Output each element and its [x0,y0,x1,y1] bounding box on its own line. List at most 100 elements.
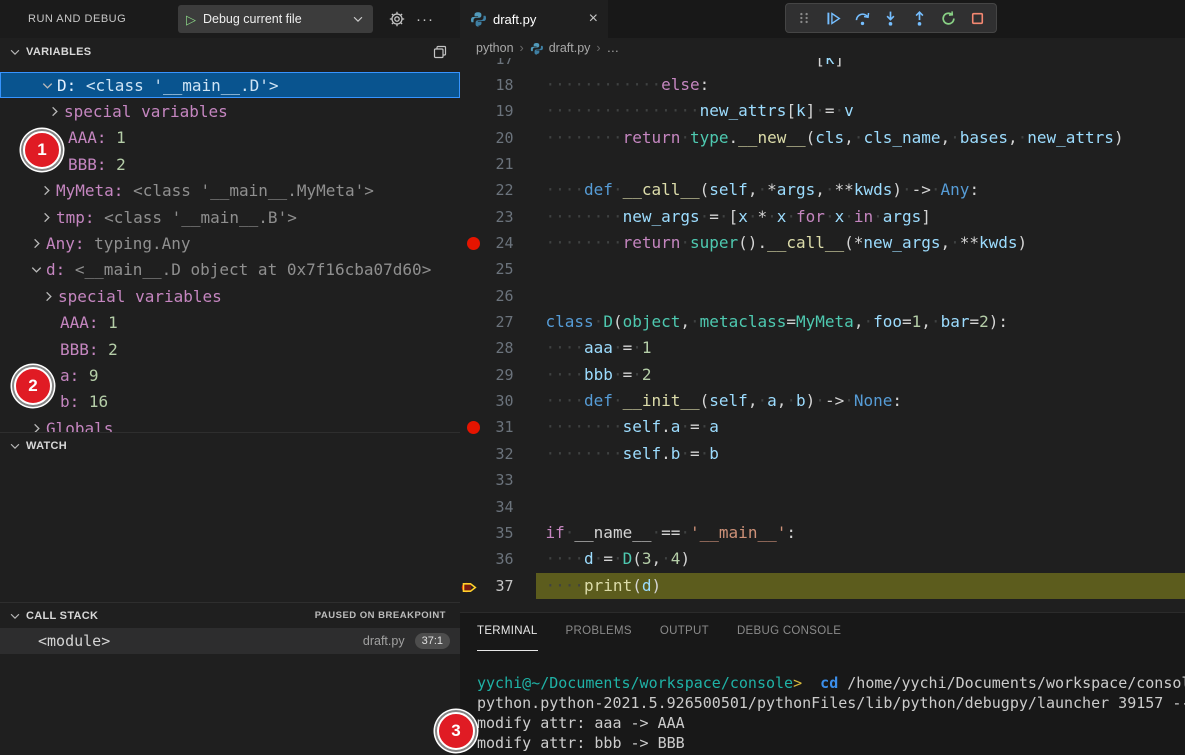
variables-section-header[interactable]: VARIABLES [0,38,460,66]
call-stack-frame-row[interactable]: <module> draft.py 37:1 [0,628,460,654]
gutter[interactable]: 23 [460,204,546,230]
gutter[interactable]: 29 [460,362,546,388]
variable-row-D[interactable]: D: <class '__main__.D'> [0,72,460,98]
gutter[interactable]: 27 [460,309,546,335]
chevron-right-icon[interactable] [28,421,44,432]
breakpoint-icon[interactable] [467,421,480,434]
code-line-19[interactable]: 19················new_attrs[k]·=·v [460,98,1185,124]
settings-gear-icon[interactable] [384,0,410,38]
code-line-29[interactable]: 29····bbb·=·2 [460,362,1185,388]
chevron-right-icon[interactable] [40,289,56,304]
breadcrumb-file[interactable]: draft.py [549,41,591,55]
code-line-23[interactable]: 23········new_args·=·[x·*·x·for·x·in·arg… [460,204,1185,230]
drag-grip-icon[interactable] [792,6,816,30]
line-number: 30 [495,388,513,414]
variable-row-b[interactable]: b: 16 [0,389,460,415]
gutter[interactable]: 34 [460,494,546,520]
close-icon[interactable]: × [589,10,598,28]
step-out-button[interactable] [908,6,932,30]
code-line-33[interactable]: 33 [460,467,1185,493]
gutter[interactable]: 33 [460,467,546,493]
variable-row-BBB[interactable]: BBB: 2 [0,336,460,362]
open-panel-icon[interactable] [432,44,448,63]
run-and-debug-sidebar: RUN AND DEBUG ▷ Debug current file ··· V… [0,0,461,755]
panel-tab-terminal[interactable]: TERMINAL [477,613,538,651]
chevron-right-icon[interactable] [38,183,54,198]
variable-row-BBB[interactable]: BBB: 2 [0,151,460,177]
code-line-34[interactable]: 34 [460,494,1185,520]
call-stack-section-header[interactable]: CALL STACK PAUSED ON BREAKPOINT [0,602,460,628]
gutter[interactable]: 36 [460,546,546,572]
code-line-36[interactable]: 36····d·=·D(3,·4) [460,546,1185,572]
tab-draft-py[interactable]: draft.py × [460,0,608,38]
restart-button[interactable] [937,6,961,30]
chevron-right-icon[interactable] [28,236,44,251]
code-line-26[interactable]: 26 [460,283,1185,309]
tab-label: draft.py [493,12,582,27]
stop-button[interactable] [965,6,989,30]
gutter[interactable]: 35 [460,520,546,546]
code-line-35[interactable]: 35if·__name__·==·'__main__': [460,520,1185,546]
code-line-31[interactable]: 31········self.a·=·a [460,414,1185,440]
gutter[interactable]: 18 [460,72,546,98]
more-actions-icon[interactable]: ··· [412,0,438,38]
gutter[interactable]: 24 [460,230,546,256]
variable-row-special-variables[interactable]: special variables [0,283,460,309]
gutter[interactable]: 20 [460,125,546,151]
variable-row-AAA[interactable]: AAA: 1 [0,310,460,336]
code-line-37[interactable]: 37····print(d) [460,573,1185,599]
gutter[interactable]: 28 [460,335,546,361]
panel-tab-problems[interactable]: PROBLEMS [566,613,632,651]
step-over-button[interactable] [850,6,874,30]
watch-section-header[interactable]: WATCH [0,432,460,458]
variable-row-a[interactable]: a: 9 [0,362,460,388]
current-line-breakpoint-icon[interactable] [461,578,480,604]
code-line-17[interactable]: 17 [k] [460,58,1185,72]
breadcrumb[interactable]: python › draft.py › … [460,38,1185,58]
code-line-18[interactable]: 18············else: [460,72,1185,98]
continue-button[interactable] [821,6,845,30]
gutter[interactable]: 25 [460,256,546,282]
variable-row-MyMeta[interactable]: MyMeta: <class '__main__.MyMeta'> [0,178,460,204]
panel-tab-debug-console[interactable]: DEBUG CONSOLE [737,613,841,651]
code-line-30[interactable]: 30····def·__init__(self,·a,·b)·->·None: [460,388,1185,414]
panel-tab-output[interactable]: OUTPUT [660,613,709,651]
variable-row-tmp[interactable]: tmp: <class '__main__.B'> [0,204,460,230]
variable-row-AAA[interactable]: AAA: 1 [0,125,460,151]
variable-row-Globals[interactable]: Globals [0,415,460,432]
gutter[interactable]: 37 [460,573,546,599]
chevron-down-icon[interactable] [28,262,44,277]
terminal-output[interactable]: yychi@~/Documents/workspace/console> cd … [477,673,1185,753]
code-line-20[interactable]: 20········return·type.__new__(cls,·cls_n… [460,125,1185,151]
breadcrumb-folder[interactable]: python [476,41,514,55]
code-line-25[interactable]: 25 [460,256,1185,282]
breakpoint-icon[interactable] [467,237,480,250]
code-line-24[interactable]: 24········return·super().__call__(*new_a… [460,230,1185,256]
gutter[interactable]: 32 [460,441,546,467]
variable-value: 1 [116,128,126,147]
launch-config-dropdown[interactable]: ▷ Debug current file [178,5,373,33]
gutter[interactable]: 17 [460,58,546,72]
code-line-21[interactable]: 21 [460,151,1185,177]
chevron-right-icon[interactable] [46,104,62,119]
start-debug-icon[interactable]: ▷ [186,13,196,26]
code-line-22[interactable]: 22····def·__call__(self,·*args,·**kwds)·… [460,177,1185,203]
chevron-right-icon[interactable] [38,210,54,225]
variable-row-Any[interactable]: Any: typing.Any [0,230,460,256]
gutter[interactable]: 19 [460,98,546,124]
gutter[interactable]: 22 [460,177,546,203]
variable-row-d[interactable]: d: <__main__.D object at 0x7f16cba07d60> [0,257,460,283]
variable-name: Globals [46,419,113,432]
gutter[interactable]: 21 [460,151,546,177]
gutter[interactable]: 26 [460,283,546,309]
breadcrumb-symbol[interactable]: … [607,41,620,55]
chevron-down-icon[interactable] [39,78,55,93]
gutter[interactable]: 31 [460,414,546,440]
code-line-32[interactable]: 32········self.b·=·b [460,441,1185,467]
step-into-button[interactable] [879,6,903,30]
code-editor[interactable]: 17 [k]18············else:19·············… [460,58,1185,612]
gutter[interactable]: 30 [460,388,546,414]
variable-row-special-variables[interactable]: special variables [0,98,460,124]
code-line-28[interactable]: 28····aaa·=·1 [460,335,1185,361]
code-line-27[interactable]: 27class·D(object,·metaclass=MyMeta,·foo=… [460,309,1185,335]
